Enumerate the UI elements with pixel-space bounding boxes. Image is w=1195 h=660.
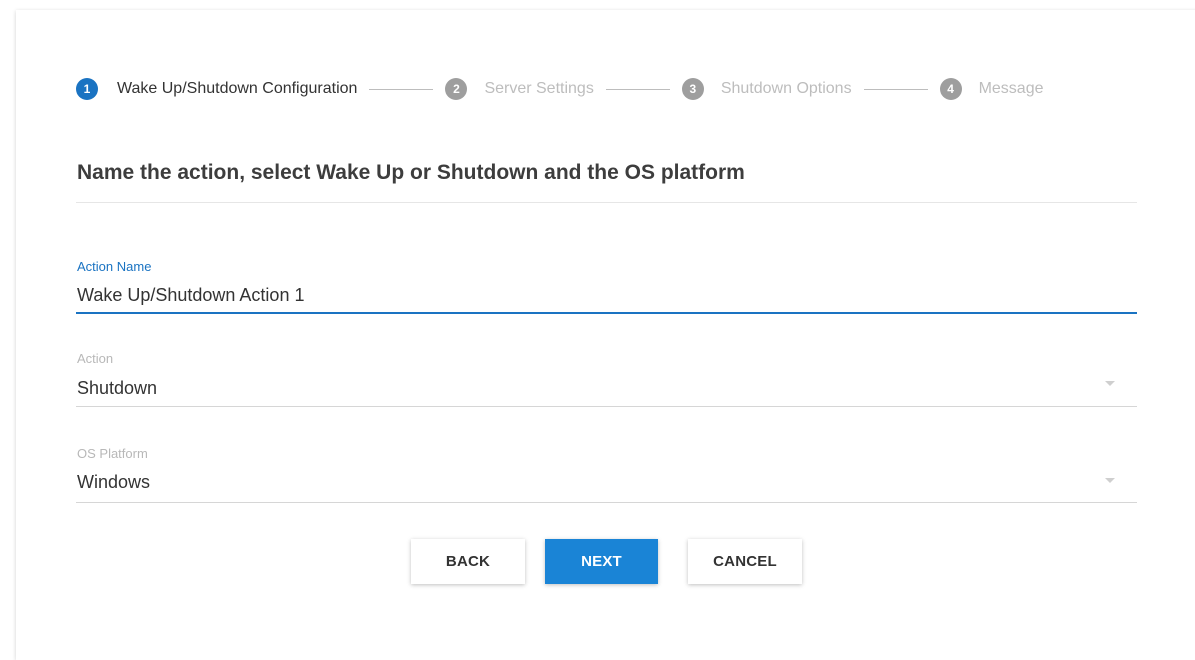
step-number-1: 1 bbox=[76, 78, 98, 100]
step-label: Shutdown Options bbox=[720, 80, 852, 97]
action-name-field[interactable]: Action Name Wake Up/Shutdown Action 1 bbox=[76, 259, 1137, 317]
cancel-button[interactable]: CANCEL bbox=[688, 539, 802, 584]
step-connector bbox=[369, 88, 434, 90]
action-name-input[interactable]: Wake Up/Shutdown Action 1 bbox=[77, 285, 304, 306]
os-platform-label: OS Platform bbox=[77, 446, 148, 461]
step-connector bbox=[605, 88, 670, 90]
action-label: Action bbox=[77, 351, 114, 366]
action-underline bbox=[76, 406, 1137, 407]
wizard-stepper: 1 Wake Up/Shutdown Configuration 2 Serve… bbox=[76, 77, 1195, 101]
step-wake-up-shutdown-configuration[interactable]: 1 Wake Up/Shutdown Configuration bbox=[76, 78, 357, 100]
caret-down-icon[interactable] bbox=[1105, 381, 1115, 386]
page-title: Name the action, select Wake Up or Shutd… bbox=[77, 161, 745, 184]
step-number-2: 2 bbox=[445, 78, 468, 100]
action-select[interactable]: Action Shutdown bbox=[76, 351, 1137, 409]
action-selected-value[interactable]: Shutdown bbox=[77, 378, 157, 399]
step-label: Server Settings bbox=[484, 80, 594, 97]
os-platform-select[interactable]: OS Platform Windows bbox=[76, 446, 1137, 504]
os-platform-selected-value[interactable]: Windows bbox=[77, 472, 150, 493]
back-button[interactable]: BACK bbox=[411, 539, 525, 584]
title-divider bbox=[76, 202, 1137, 203]
step-number-3: 3 bbox=[681, 78, 704, 100]
step-label: Message bbox=[978, 80, 1044, 97]
next-button[interactable]: NEXT bbox=[545, 539, 658, 584]
caret-down-icon[interactable] bbox=[1105, 478, 1115, 483]
os-platform-underline bbox=[76, 502, 1137, 503]
step-connector bbox=[863, 88, 928, 90]
step-message[interactable]: 4 Message bbox=[939, 78, 1044, 100]
action-name-underline bbox=[76, 312, 1137, 314]
step-number-4: 4 bbox=[939, 78, 962, 100]
step-shutdown-options[interactable]: 3 Shutdown Options bbox=[681, 78, 852, 100]
action-name-label: Action Name bbox=[77, 259, 152, 274]
step-server-settings[interactable]: 2 Server Settings bbox=[445, 78, 594, 100]
step-label: Wake Up/Shutdown Configuration bbox=[117, 80, 358, 97]
